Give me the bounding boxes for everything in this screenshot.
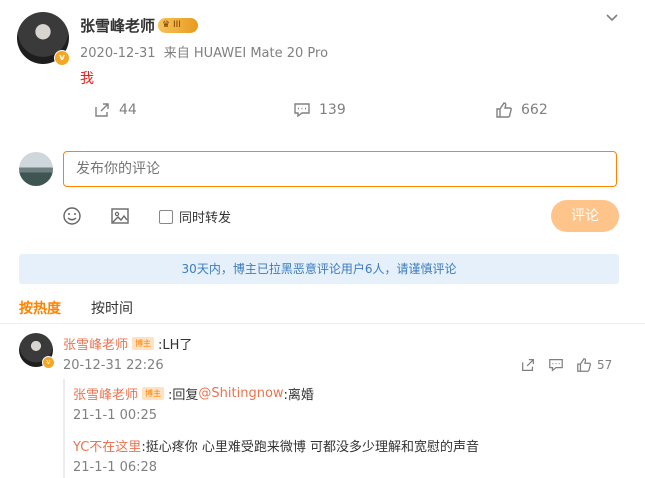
reply-time: 21-1-1 00:25 <box>73 408 158 423</box>
comment-text: :LH了 <box>158 338 193 353</box>
repost-button[interactable]: 44 <box>93 101 137 119</box>
repost-count: 44 <box>119 102 137 118</box>
commenter-name[interactable]: 张雪峰老师 <box>63 334 128 353</box>
share-icon[interactable] <box>520 357 536 373</box>
reply-text: :离婚 <box>283 388 314 403</box>
comment-input[interactable] <box>63 151 617 187</box>
member-level-badge[interactable]: ♛ III <box>158 18 198 33</box>
like-button[interactable]: 662 <box>495 101 548 119</box>
comment-count: 139 <box>319 102 346 118</box>
verified-badge: v <box>42 356 55 369</box>
divider <box>0 323 645 324</box>
reply-user[interactable]: YC不在这里 <box>73 436 141 455</box>
reply-prefix: :回复 <box>168 388 199 403</box>
blocked-users-notice: 30天内，博主已拉黑恶意评论用户6人，请谨慎评论 <box>19 254 619 284</box>
reply-time: 21-1-1 06:28 <box>73 460 158 475</box>
comment-like-button[interactable]: 57 <box>576 357 612 373</box>
current-user-avatar[interactable] <box>19 152 53 186</box>
reply-thread-bar <box>63 379 65 478</box>
verified-badge: v <box>54 50 70 66</box>
image-icon[interactable] <box>110 206 130 226</box>
comment-icon <box>294 103 310 118</box>
reply-user[interactable]: 张雪峰老师 <box>73 384 138 403</box>
submit-comment-button[interactable]: 评论 <box>551 200 619 232</box>
repost-checkbox[interactable]: 同时转发 <box>159 207 231 226</box>
comment-like-count: 57 <box>597 358 613 372</box>
author-tag: 博主 <box>132 337 155 350</box>
comment-icon[interactable] <box>548 357 564 373</box>
share-icon <box>95 103 109 117</box>
comment-body: 张雪峰老师 博主 :LH了 <box>63 334 192 353</box>
author-name[interactable]: 张雪峰老师 <box>80 15 155 36</box>
like-count: 662 <box>521 102 548 118</box>
tab-sort-time[interactable]: 按时间 <box>91 298 133 318</box>
member-level-text: III <box>172 20 181 30</box>
comment-time: 20-12-31 22:26 <box>63 358 164 373</box>
chevron-down-icon[interactable] <box>604 10 620 26</box>
reply-text: :挺心疼你 心里难受跑来微博 可都没多少理解和宽慰的声音 <box>141 440 479 455</box>
reply-item: YC不在这里 :挺心疼你 心里难受跑来微博 可都没多少理解和宽慰的声音 <box>73 436 479 455</box>
post-source: 来自 HUAWEI Mate 20 Pro <box>163 46 329 61</box>
checkbox-box[interactable] <box>159 209 173 224</box>
reply-mention[interactable]: @Shitingnow <box>198 386 283 401</box>
comment-button[interactable]: 139 <box>293 101 346 119</box>
post-meta: 2020-12-31 来自 HUAWEI Mate 20 Pro <box>80 42 332 61</box>
crown-icon: ♛ <box>162 20 171 30</box>
repost-checkbox-label: 同时转发 <box>179 211 232 226</box>
reply-item: 张雪峰老师 博主 :回复 @Shitingnow :离婚 <box>73 384 314 403</box>
author-tag: 博主 <box>142 387 165 400</box>
thumbs-up-icon <box>577 358 592 372</box>
comment-actions: 57 <box>520 357 612 373</box>
emoji-icon[interactable] <box>62 206 82 226</box>
post-text: 我 <box>80 71 94 87</box>
post-date[interactable]: 2020-12-31 <box>80 46 156 61</box>
thumbs-up-icon <box>496 102 512 118</box>
tab-sort-hot[interactable]: 按热度 <box>19 298 61 318</box>
